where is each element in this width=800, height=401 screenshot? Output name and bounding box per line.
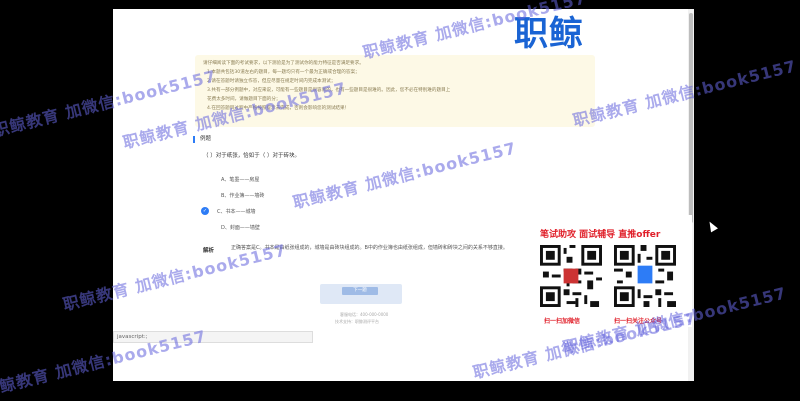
qr-code-icon bbox=[540, 245, 602, 307]
section-title: 例题 bbox=[193, 136, 211, 143]
analysis-label: 解析 bbox=[203, 248, 215, 254]
footer-support: 技术支持：职鲸测评平台 bbox=[335, 319, 379, 324]
notice-line-1: 请仔细阅读下面的考试要求，以下测验是为了测试你的能力特征是否满足要求。 bbox=[203, 61, 364, 66]
official-account-caption: 扫一扫关注公众号 bbox=[614, 318, 663, 325]
brand-logo: 职鲸 bbox=[514, 14, 584, 54]
mouse-cursor-icon bbox=[706, 219, 718, 233]
radio-unchecked[interactable] bbox=[205, 223, 213, 231]
wechat-caption: 扫一扫加微信 bbox=[544, 318, 581, 325]
analysis-text: 正确答案是C。书本是由纸张组成的，城墙是由砖块组成的。B中的作业簿也由纸张组成，… bbox=[231, 245, 508, 251]
promo-card: 笔试助攻 面试辅导 直推offer 扫一扫加微信 扫一扫关注公众号 bbox=[538, 215, 692, 327]
notice-line-4: 3.共有一部分例题中，对应来说，可能有一些题目是很容易的，也有一些题目是很难的。… bbox=[207, 88, 451, 93]
option-d-label: D、封面——墙壁 bbox=[221, 224, 260, 231]
radio-unchecked[interactable] bbox=[205, 191, 213, 199]
notice-line-2: 1.本题共包括30道左右的题目，每一题均只有一个最为正确或合理的答案； bbox=[207, 70, 360, 75]
wechat-qr-code bbox=[540, 245, 602, 307]
radio-unchecked[interactable] bbox=[205, 175, 213, 183]
option-b-label: B、作业簿——墙砖 bbox=[221, 192, 265, 199]
option-c[interactable]: ✓ C、书本——城墙 bbox=[201, 207, 256, 215]
option-a[interactable]: A、笔墨——房屋 bbox=[205, 175, 259, 183]
qr-code-icon bbox=[614, 245, 676, 307]
next-button-label: 下一题 bbox=[342, 287, 378, 295]
scroll-thumb[interactable] bbox=[689, 13, 693, 223]
next-button[interactable]: 下一题 bbox=[320, 284, 402, 304]
notice-line-5: 花费太多时间，请做题目下面的分； bbox=[207, 97, 281, 102]
option-d[interactable]: D、封面——墙壁 bbox=[205, 223, 260, 231]
option-b[interactable]: B、作业簿——墙砖 bbox=[205, 191, 264, 199]
official-account-qr-code bbox=[614, 245, 676, 307]
notice-line-3: 2.请在答题时请独立作答，但应尽量在规定时间内完成本测试； bbox=[207, 79, 336, 84]
check-icon[interactable]: ✓ bbox=[201, 207, 209, 215]
footer-hotline: 客服电话：400-000-0000 bbox=[340, 312, 389, 317]
question-prompt: （ ）对于纸张，恰如于（ ）对于砖块。 bbox=[203, 153, 300, 159]
promo-title: 笔试助攻 面试辅导 直推offer bbox=[540, 230, 661, 240]
option-c-label: C、书本——城墙 bbox=[217, 208, 256, 215]
status-bar: javascript:; bbox=[113, 331, 313, 343]
exam-notice: 请仔细阅读下面的考试要求，以下测验是为了测试你的能力特征是否满足要求。 1.本题… bbox=[195, 55, 595, 127]
option-a-label: A、笔墨——房屋 bbox=[221, 176, 260, 183]
notice-line-6: 4.在回答题目过程中严格按照提示去完成，否则会影响您的测试结果！ bbox=[207, 106, 350, 111]
